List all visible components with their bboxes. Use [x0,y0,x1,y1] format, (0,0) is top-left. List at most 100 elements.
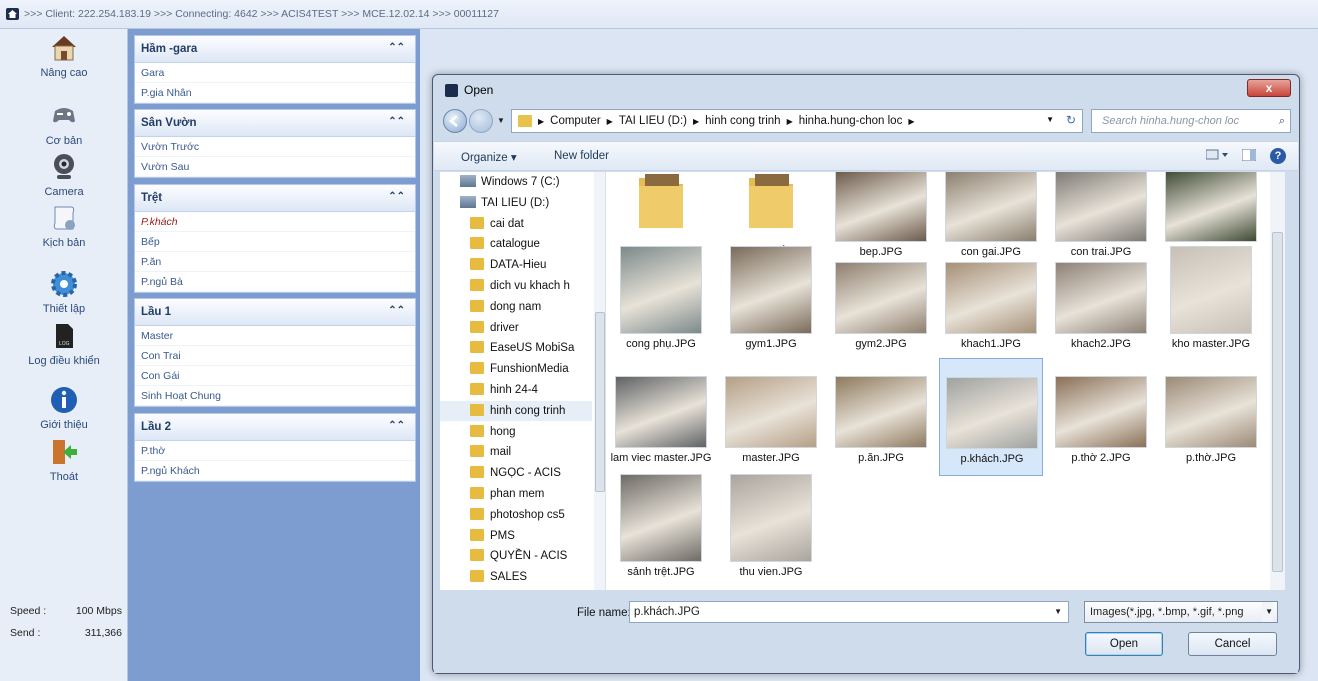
room-item[interactable]: Con Trai [135,346,415,366]
file-tile[interactable]: gym2.JPG [829,244,933,362]
new-folder-button[interactable]: New folder [554,150,609,162]
tree-item[interactable]: NGỌC - ACIS [440,463,592,483]
file-tile[interactable]: p.khách.JPG [939,358,1043,476]
chevron-right-icon[interactable]: ▶ [693,117,699,126]
file-tile[interactable]: master.JPG [719,358,823,476]
chevron-right-icon[interactable]: ▶ [538,117,544,126]
tree-item[interactable]: EaseUS MobiSa [440,338,592,358]
dialog-titlebar[interactable]: Open [433,75,1299,105]
tree-item[interactable]: hinh 24-4 [440,380,592,400]
change-view-icon[interactable] [1205,149,1228,164]
file-tile[interactable]: lam viec master.JPG [609,358,713,476]
section-header[interactable]: Lầu 2 ⌃⌃ [135,414,415,441]
section-header[interactable]: Lầu 1 ⌃⌃ [135,299,415,326]
tree-item[interactable]: Windows 7 (C:) [440,172,592,192]
room-item[interactable]: P.ngủ Khách [135,461,415,481]
chevron-down-icon[interactable]: ▼ [1262,602,1273,622]
nav-exit[interactable]: Thoát [0,437,128,483]
chevron-down-icon[interactable]: ▼ [1054,602,1062,622]
breadcrumb-item[interactable]: TAI LIEU (D:) [619,115,687,127]
tree-scroll-thumb[interactable] [595,312,605,492]
nav-basic[interactable]: Cơ bản [0,101,128,147]
file-tile[interactable]: cong phụ.JPG [609,244,713,362]
nav-control-log[interactable]: LOG Log điều khiển [0,321,128,367]
address-bar[interactable]: ▶ Computer ▶ TAI LIEU (D:) ▶ hinh cong t… [511,109,1083,133]
section-header[interactable]: Hầm -gara ⌃⌃ [135,36,415,63]
room-item[interactable]: Con Gái [135,366,415,386]
chevron-right-icon[interactable]: ▶ [787,117,793,126]
room-item-selected[interactable]: P.khách [135,212,415,232]
tree-item[interactable]: TAI LIEU (D:) [440,193,592,213]
address-dropdown-icon[interactable]: ▼ [1046,115,1054,124]
room-item[interactable]: Vườn Trước [135,137,415,157]
nav-camera[interactable]: Camera [0,152,128,198]
tree-item[interactable]: SALES [440,567,592,587]
file-tile[interactable]: sảnh trệt.JPG [609,472,713,590]
file-scroll-thumb[interactable] [1272,232,1283,572]
recent-pages-icon[interactable]: ▼ [497,116,505,125]
refresh-icon[interactable]: ↻ [1066,113,1076,127]
tree-item[interactable]: driver [440,318,592,338]
file-tile[interactable]: kho master.JPG [1159,244,1263,362]
room-item[interactable]: Vườn Sau [135,157,415,177]
nav-settings[interactable]: Thiết lập [0,269,128,315]
collapse-icon[interactable]: ⌃⌃ [388,305,405,316]
tree-item[interactable]: catalogue [440,234,592,254]
section-header[interactable]: Sân Vườn ⌃⌃ [135,110,415,137]
tree-item[interactable]: PMS [440,526,592,546]
room-item[interactable]: Master [135,326,415,346]
collapse-icon[interactable]: ⌃⌃ [388,116,405,127]
tree-item[interactable]: cai dat [440,214,592,234]
nav-advanced[interactable]: Nâng cao [0,33,128,79]
room-item[interactable]: P.thờ [135,441,415,461]
open-button[interactable]: Open [1085,632,1163,656]
organize-button[interactable]: Organize ▾ [461,150,517,164]
tree-item[interactable]: mail [440,442,592,462]
file-tile[interactable]: p.thờ.JPG [1159,358,1263,476]
breadcrumb-item[interactable]: Computer [550,115,601,127]
tree-item[interactable]: dich vu khach h [440,276,592,296]
file-list-scrollbar[interactable] [1270,172,1285,590]
collapse-icon[interactable]: ⌃⌃ [388,191,405,202]
file-tile[interactable]: p.ăn.JPG [829,358,933,476]
tree-item[interactable]: FunshionMedia [440,359,592,379]
room-item[interactable]: Sinh Hoạt Chung [135,386,415,406]
tree-item[interactable]: dong nam [440,297,592,317]
chevron-right-icon[interactable]: ▶ [908,117,914,126]
tree-scrollbar[interactable] [594,172,605,590]
forward-button[interactable] [469,109,493,133]
collapse-icon[interactable]: ⌃⌃ [388,420,405,431]
file-tile[interactable]: khach2.JPG [1049,244,1153,362]
search-input[interactable]: Search hinha.hung-chon loc ⌕ [1091,109,1291,133]
tree-item[interactable]: phan mem [440,484,592,504]
search-icon[interactable]: ⌕ [1279,110,1285,132]
breadcrumb-item[interactable]: hinh cong trinh [705,115,780,127]
file-tile[interactable]: thu vien.JPG [719,472,823,590]
tree-item[interactable]: QUYỀN - ACIS [440,546,592,566]
file-tile[interactable]: p.thờ 2.JPG [1049,358,1153,476]
back-button[interactable] [443,109,467,133]
tree-item[interactable]: DATA-Hieu [440,255,592,275]
close-button[interactable]: x [1247,79,1291,97]
tree-item[interactable]: photoshop cs5 [440,505,592,525]
help-icon[interactable]: ? [1270,148,1286,164]
nav-about[interactable]: Giới thiệu [0,385,128,431]
nav-scenario[interactable]: Kịch bản [0,203,128,249]
tree-item[interactable]: hinh cong trinh [440,400,592,421]
section-header[interactable]: Trệt ⌃⌃ [135,185,415,212]
room-item[interactable]: P.gia Nhân [135,83,415,103]
file-tile[interactable]: gym1.JPG [719,244,823,362]
preview-pane-icon[interactable] [1241,148,1257,164]
collapse-icon[interactable]: ⌃⌃ [388,42,405,53]
room-item[interactable]: P.ăn [135,252,415,272]
file-name-input[interactable]: p.khách.JPG ▼ [629,601,1069,623]
file-tile[interactable]: khach1.JPG [939,244,1043,362]
breadcrumb-item[interactable]: hinha.hung-chon loc [799,115,903,127]
tree-item[interactable]: hong [440,422,592,442]
cancel-button[interactable]: Cancel [1188,632,1277,656]
room-item[interactable]: P.ngủ Bà [135,272,415,292]
room-item[interactable]: Bếp [135,232,415,252]
chevron-right-icon[interactable]: ▶ [607,117,613,126]
room-item[interactable]: Gara [135,63,415,83]
file-type-select[interactable]: Images(*.jpg, *.bmp, *.gif, *.png ▼ [1084,601,1278,623]
